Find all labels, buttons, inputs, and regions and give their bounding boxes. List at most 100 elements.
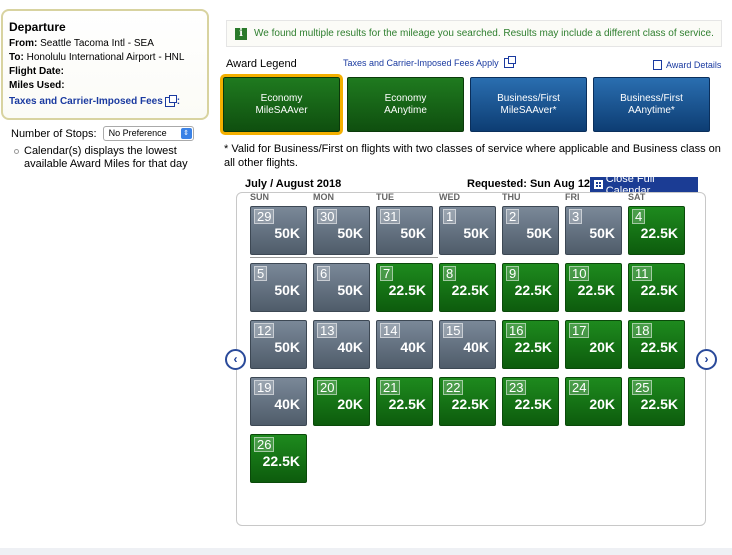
document-icon[interactable] [653,60,662,70]
bullet-icon [14,149,19,154]
calendar-day-cell[interactable]: 18 22.5K [628,320,685,369]
day-number: 25 [632,380,653,395]
from-label: From: [9,38,38,49]
day-miles: 50K [526,225,552,241]
departure-title: Departure [9,20,66,34]
day-miles: 50K [463,225,489,241]
calendar-day-cell[interactable]: 22 22.5K [439,377,496,426]
calendar-note: Calendar(s) displays the lowest availabl… [14,145,204,171]
stops-select[interactable]: No Preference ⇕ [102,126,194,141]
calendar-day-cell[interactable]: 1 50K [439,206,496,255]
dow-sat: SAT [628,192,646,202]
calendar-day-cell[interactable]: 9 22.5K [502,263,559,312]
calendar-day-cell[interactable]: 10 22.5K [565,263,622,312]
day-number: 31 [380,209,401,224]
day-number: 24 [569,380,590,395]
external-link-icon[interactable] [503,56,516,68]
day-number: 3 [569,209,583,224]
close-calendar-button[interactable]: Close Full Calendar [590,173,698,197]
flight-date-row: Flight Date: [9,65,201,79]
calendar-day-cell[interactable]: 2 50K [502,206,559,255]
chevron-left-icon[interactable]: ‹ [225,349,246,370]
calendar-day-cell[interactable]: 23 22.5K [502,377,559,426]
calendar-day-cell[interactable]: 5 50K [250,263,307,312]
calendar-day-cell[interactable]: 13 40K [313,320,370,369]
calendar-grid-icon[interactable] [594,180,603,189]
day-miles: 22.5K [514,282,552,298]
select-arrows-icon[interactable]: ⇕ [180,128,192,139]
day-miles: 22.5K [514,396,552,412]
day-number: 10 [569,266,590,281]
calendar-day-cell[interactable]: 4 22.5K [628,206,685,255]
day-number: 21 [380,380,401,395]
calendar-day-cell[interactable]: 12 50K [250,320,307,369]
award-details-link[interactable]: Award Details [653,60,721,70]
day-number: 12 [254,323,275,338]
dow-fri: FRI [565,192,580,202]
calendar-day-cell[interactable]: 11 22.5K [628,263,685,312]
award-details-link-text[interactable]: Award Details [666,60,721,70]
chevron-right-icon[interactable]: › [696,349,717,370]
calendar-day-cell[interactable]: 31 50K [376,206,433,255]
to-row: To: Honolulu International Airport - HNL [9,51,201,65]
calendar-day-cell[interactable]: 26 22.5K [250,434,307,483]
stops-selected-value[interactable]: No Preference [109,128,167,138]
calendar-day-cell[interactable]: 19 40K [250,377,307,426]
day-miles: 22.5K [388,396,426,412]
award-economy-aanytime-button[interactable]: Economy AAnytime [347,77,464,132]
valid-note: * Valid for Business/First on flights wi… [224,143,721,169]
calendar-day-cell[interactable]: 15 40K [439,320,496,369]
award-business-aanytime-button[interactable]: Business/First AAnytime* [593,77,710,132]
dow-sun: SUN [250,192,270,202]
award-button-line1: Business/First [497,92,560,104]
external-link-icon[interactable] [164,94,177,107]
day-miles: 40K [337,339,363,355]
calendar-day-cell[interactable]: 3 50K [565,206,622,255]
taxes-fees-link[interactable]: Taxes and Carrier-Imposed Fees : [9,94,201,107]
calendar-day-cell[interactable]: 25 22.5K [628,377,685,426]
day-miles: 22.5K [640,396,678,412]
miles-used-label: Miles Used: [9,80,65,91]
calendar-day-cell[interactable]: 14 40K [376,320,433,369]
award-button-line2: MileSAAver [255,104,308,116]
day-miles: 50K [400,225,426,241]
award-button-line2: AAnytime [384,104,427,116]
day-miles: 22.5K [262,453,300,469]
requested-date: Requested: Sun Aug 12 [467,178,591,190]
day-number: 4 [632,209,646,224]
calendar-day-cell[interactable]: 21 22.5K [376,377,433,426]
award-button-line2: AAnytime* [628,104,675,116]
days-of-week-row: SUN MON TUE WED THU FRI SAT [250,192,691,202]
calendar-day-cell[interactable]: 7 22.5K [376,263,433,312]
day-miles: 40K [274,396,300,412]
day-number: 11 [632,266,652,281]
calendar-day-cell[interactable]: 29 50K [250,206,307,255]
bottom-bar [0,548,732,555]
legend-taxes-link-text[interactable]: Taxes and Carrier-Imposed Fees Apply [343,58,499,68]
day-number: 15 [443,323,464,338]
day-number: 14 [380,323,401,338]
calendar-day-cell[interactable]: 20 20K [313,377,370,426]
from-value: Seattle Tacoma Intl - SEA [40,38,154,49]
taxes-fees-link-text[interactable]: Taxes and Carrier-Imposed Fees [9,96,163,107]
calendar-day-cell[interactable]: 17 20K [565,320,622,369]
day-number: 19 [254,380,275,395]
calendar-day-cell[interactable]: 24 20K [565,377,622,426]
award-economy-milesaaver-button[interactable]: Economy MileSAAver [220,74,343,135]
award-button-line1: Business/First [620,92,683,104]
dow-mon: MON [313,192,334,202]
day-miles: 20K [337,396,363,412]
award-business-milesaaver-button[interactable]: Business/First MileSAAver* [470,77,587,132]
calendar-day-cell[interactable]: 8 22.5K [439,263,496,312]
calendar-note-text: Calendar(s) displays the lowest availabl… [24,145,188,170]
legend-taxes-link[interactable]: Taxes and Carrier-Imposed Fees Apply [343,56,516,68]
dow-thu: THU [502,192,521,202]
stops-filter: Number of Stops: No Preference ⇕ [11,126,194,141]
calendar-day-cell[interactable]: 16 22.5K [502,320,559,369]
month-divider [250,257,438,258]
calendar-day-cell[interactable]: 6 50K [313,263,370,312]
day-number: 2 [506,209,520,224]
calendar-day-cell[interactable]: 30 50K [313,206,370,255]
day-miles: 22.5K [577,282,615,298]
to-value: Honolulu International Airport - HNL [26,52,185,63]
